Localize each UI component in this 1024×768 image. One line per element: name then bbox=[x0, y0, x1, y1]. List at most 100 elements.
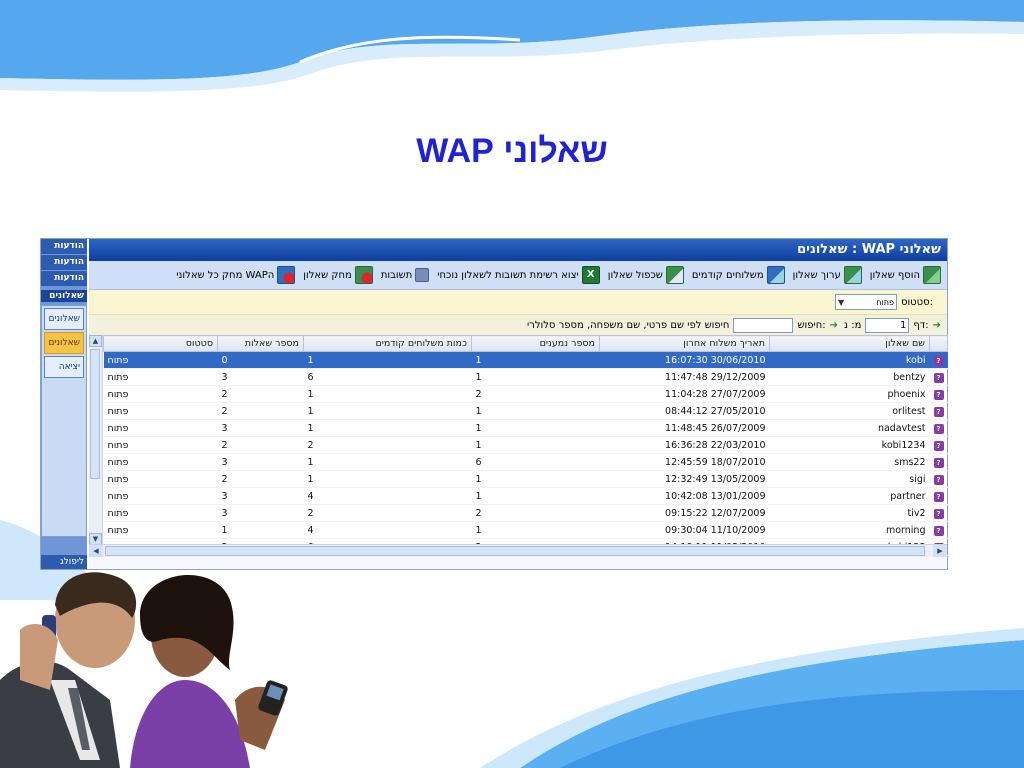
table-row[interactable]: ? kobi 16:07:30 30/06/2010 1 1 0 פתוח bbox=[103, 351, 948, 369]
table-row[interactable]: ? tiv2 09:15:22 12/07/2009 2 2 3 פתוח bbox=[103, 504, 948, 522]
cell-questions: 2 bbox=[217, 436, 304, 454]
table-row[interactable]: ? sms22 12:45:59 18/07/2010 6 1 3 פתוח bbox=[103, 453, 948, 471]
cell-recipients: 1 bbox=[471, 419, 600, 437]
cell-status: פתוח bbox=[103, 487, 218, 505]
cell-previous-sends: 4 bbox=[303, 521, 472, 539]
delete-questionnaire-label: מחק שאלון bbox=[303, 269, 352, 281]
cell-questions: 3 bbox=[217, 504, 304, 522]
answers-button[interactable]: תשובות bbox=[380, 268, 430, 282]
table-row[interactable]: ? morning 09:30:04 11/10/2009 1 4 1 פתוח bbox=[103, 521, 948, 539]
export-answers-label: יצוא רשימת תשובות לשאלון נוכחי bbox=[437, 269, 579, 281]
questionnaire-icon: ? bbox=[933, 372, 944, 383]
cell-previous-sends: 1 bbox=[303, 402, 472, 420]
cell-name: kobi bbox=[769, 351, 930, 369]
previous-sends-label: משלוחים קודמים bbox=[691, 269, 764, 281]
cell-recipients: 1 bbox=[471, 351, 600, 369]
cell-name: morning bbox=[769, 521, 930, 539]
scroll-left-icon[interactable]: ◀ bbox=[89, 545, 103, 557]
go-arrow-icon[interactable]: ➔ bbox=[933, 320, 941, 331]
export-answers-button[interactable]: X יצוא רשימת תשובות לשאלון נוכחי bbox=[437, 266, 600, 284]
cell-previous-sends: 1 bbox=[303, 453, 472, 471]
nav-header-2[interactable]: הודעות bbox=[41, 255, 87, 270]
answers-label: תשובות bbox=[380, 269, 413, 281]
cell-last-sent: 08:44:12 27/05/2010 bbox=[599, 402, 770, 420]
column-header-last-sent[interactable]: תאריך משלוח אחרון bbox=[599, 335, 770, 352]
column-header-questions[interactable]: מספר שאלות bbox=[217, 335, 304, 352]
cell-icon: ? bbox=[929, 470, 948, 488]
add-questionnaire-label: הוסף שאלון bbox=[869, 269, 920, 281]
table-row[interactable]: ? phoenix 11:04:28 27/07/2009 2 1 2 פתוח bbox=[103, 385, 948, 403]
questionnaire-grid: ▲ ▼ שם שאלון תאריך משלוח אחרון מספר נמענ… bbox=[89, 335, 948, 557]
horizontal-scrollbar[interactable]: ◀ ▶ bbox=[89, 544, 947, 557]
app-title: שאלוני WAP : שאלונים bbox=[89, 239, 947, 261]
cell-recipients: 6 bbox=[471, 453, 600, 471]
cell-last-sent: 11:04:28 27/07/2009 bbox=[599, 385, 770, 403]
hscroll-thumb[interactable] bbox=[105, 546, 925, 556]
nav-header-3[interactable]: הודעות bbox=[41, 271, 87, 286]
delete-questionnaire-button[interactable]: מחק שאלון bbox=[303, 266, 373, 284]
column-header-recipients[interactable]: מספר נמענים bbox=[471, 335, 600, 352]
answers-icon bbox=[415, 268, 430, 282]
table-row[interactable]: ? nadavtest 11:48:45 26/07/2009 1 1 3 פתוח bbox=[103, 419, 948, 437]
toolbar: הוסף שאלון ערוך שאלון משלוחים קודמים שכפ… bbox=[89, 261, 947, 290]
nav-button-exit[interactable]: יציאה bbox=[44, 356, 84, 378]
add-questionnaire-button[interactable]: הוסף שאלון bbox=[870, 266, 941, 284]
scroll-thumb[interactable] bbox=[90, 349, 100, 479]
nav-button-questionnaires[interactable]: שאלונים bbox=[44, 308, 84, 330]
cell-status: פתוח bbox=[103, 351, 218, 369]
nav-header-1[interactable]: הודעות bbox=[41, 239, 87, 254]
cell-name: sms22 bbox=[769, 453, 930, 471]
search-input[interactable] bbox=[733, 317, 794, 333]
page-label: דף: bbox=[913, 319, 929, 331]
table-row[interactable]: ? partner 10:42:08 13/01/2009 1 4 3 פתוח bbox=[103, 487, 948, 505]
questionnaire-icon: ? bbox=[933, 457, 944, 468]
cell-recipients: 1 bbox=[471, 521, 600, 539]
cell-recipients: 1 bbox=[471, 436, 600, 454]
cell-name: partner bbox=[769, 487, 930, 505]
scroll-right-icon[interactable]: ▶ bbox=[933, 545, 947, 557]
cell-name: tiv2 bbox=[769, 504, 930, 522]
cell-questions: 3 bbox=[217, 368, 304, 386]
status-filter-label: סטטוס: bbox=[900, 296, 933, 308]
cell-questions: 3 bbox=[217, 487, 304, 505]
questionnaire-icon: ? bbox=[933, 406, 944, 417]
table-row[interactable]: ? bentzy 11:47:48 29/12/2009 1 6 3 פתוח bbox=[103, 368, 948, 386]
column-header-name[interactable]: שם שאלון bbox=[769, 335, 930, 352]
questionnaire-icon: ? bbox=[933, 474, 944, 485]
add-questionnaire-icon bbox=[923, 266, 941, 284]
page-input[interactable]: 1 bbox=[865, 317, 910, 333]
cell-status: פתוח bbox=[103, 402, 218, 420]
cell-previous-sends: 4 bbox=[303, 487, 472, 505]
cell-icon: ? bbox=[929, 504, 948, 522]
cell-icon: ? bbox=[929, 521, 948, 539]
questionnaire-icon: ? bbox=[933, 440, 944, 451]
excel-export-icon: X bbox=[581, 266, 600, 284]
cell-questions: 0 bbox=[217, 351, 304, 369]
column-header-previous-sends[interactable]: כמות משלוחים קודמים bbox=[303, 335, 472, 352]
cell-icon: ? bbox=[929, 419, 948, 437]
cell-icon: ? bbox=[929, 487, 948, 505]
duplicate-questionnaire-button[interactable]: שכפול שאלון bbox=[608, 266, 684, 284]
search-go-icon[interactable]: ➔ bbox=[830, 320, 838, 331]
cell-status: פתוח bbox=[103, 385, 218, 403]
table-row[interactable]: ? orlitest 08:44:12 27/05/2010 1 1 2 פתוח bbox=[103, 402, 948, 420]
cell-questions: 2 bbox=[217, 402, 304, 420]
filter-row: סטטוס: פתוח ▼ bbox=[89, 290, 947, 315]
status-select[interactable]: פתוח ▼ bbox=[834, 294, 897, 310]
nav-button-active[interactable]: שאלונים bbox=[44, 332, 84, 354]
table-row[interactable]: ? sigi 12:32:49 13/05/2009 1 1 2 פתוח bbox=[103, 470, 948, 488]
cell-last-sent: 12:32:49 13/05/2009 bbox=[599, 470, 770, 488]
previous-sends-button[interactable]: משלוחים קודמים bbox=[692, 266, 785, 284]
questionnaire-icon: ? bbox=[933, 508, 944, 519]
table-row[interactable]: ? kobi1234 16:36:28 22/03/2010 1 2 2 פתוח bbox=[103, 436, 948, 454]
vertical-scrollbar[interactable]: ▲ ▼ bbox=[89, 335, 103, 557]
delete-all-button[interactable]: מחק כל שאלוני WAPה bbox=[176, 266, 296, 284]
scroll-up-icon[interactable]: ▲ bbox=[89, 335, 102, 347]
column-header-status[interactable]: סטטוס bbox=[103, 335, 218, 352]
delete-questionnaire-icon bbox=[354, 266, 373, 284]
table-header-row: שם שאלון תאריך משלוח אחרון מספר נמענים כ… bbox=[103, 335, 948, 352]
cell-icon: ? bbox=[929, 436, 948, 454]
main-panel: שאלוני WAP : שאלונים הוסף שאלון ערוך שאל… bbox=[89, 239, 948, 569]
edit-questionnaire-button[interactable]: ערוך שאלון bbox=[793, 266, 862, 284]
page-of-label: מ: נ bbox=[844, 319, 862, 331]
